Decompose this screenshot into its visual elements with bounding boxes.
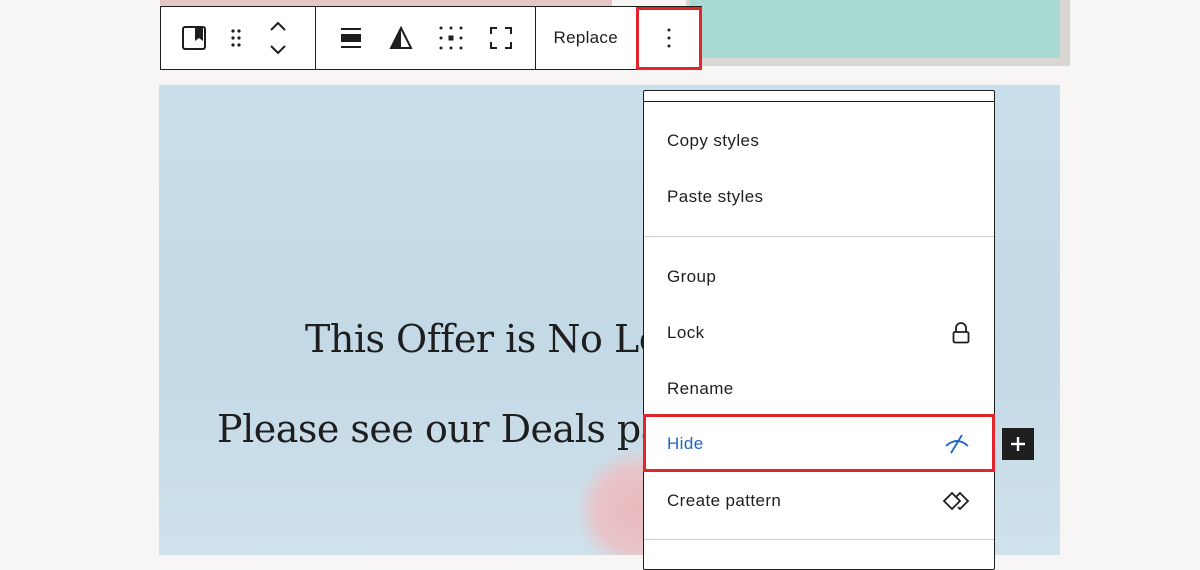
more-options-button[interactable] <box>637 7 701 69</box>
duotone-filter-icon[interactable] <box>376 7 426 69</box>
content-position-icon[interactable] <box>426 7 476 69</box>
menu-item-lock[interactable]: Lock <box>644 309 994 357</box>
menu-item-label: Copy styles <box>667 131 760 150</box>
block-inserter-button[interactable] <box>1002 428 1034 460</box>
menu-item-label: Hide <box>667 434 704 453</box>
toolbar-group-replace: Replace <box>536 7 637 69</box>
menu-item-paste-styles[interactable]: Paste styles <box>644 173 994 221</box>
menu-item-label: Paste styles <box>667 187 764 206</box>
lock-icon <box>952 322 970 344</box>
block-toolbar: Replace <box>160 6 702 70</box>
menu-item-label: Rename <box>667 379 734 398</box>
toolbar-group-options <box>637 7 701 69</box>
align-icon[interactable] <box>326 7 376 69</box>
hero-text[interactable]: Please see our Deals page <box>217 407 709 451</box>
menu-item-copy-styles[interactable]: Copy styles <box>644 117 994 165</box>
toolbar-group-tools <box>316 7 536 69</box>
menu-divider <box>644 236 994 237</box>
menu-item-label: Lock <box>667 323 705 342</box>
more-vertical-icon <box>667 28 671 48</box>
menu-divider <box>644 539 994 540</box>
hero-title[interactable]: This Offer is No Lon <box>305 317 686 361</box>
move-up-down-icon[interactable] <box>253 7 303 69</box>
menu-item-group[interactable]: Group <box>644 253 994 301</box>
menu-item-label: Group <box>667 267 717 286</box>
image-block-icon[interactable] <box>169 7 219 69</box>
menu-item-label: Create pattern <box>667 491 782 510</box>
menu-divider <box>644 101 994 102</box>
full-height-icon[interactable] <box>476 7 526 69</box>
toolbar-group-block <box>161 7 316 69</box>
menu-divider <box>644 471 994 472</box>
pattern-icon <box>942 491 970 511</box>
replace-button[interactable]: Replace <box>536 7 636 69</box>
menu-item-rename[interactable]: Rename <box>644 365 994 413</box>
top-image-right <box>690 0 1060 58</box>
menu-item-create-pattern[interactable]: Create pattern <box>644 477 994 525</box>
block-options-menu: Copy styles Paste styles Group Lock Rena… <box>643 90 995 570</box>
menu-item-hide[interactable]: Hide <box>644 420 994 468</box>
plus-icon <box>1011 437 1025 451</box>
drag-handle-icon[interactable] <box>219 7 253 69</box>
hide-icon <box>945 434 969 454</box>
